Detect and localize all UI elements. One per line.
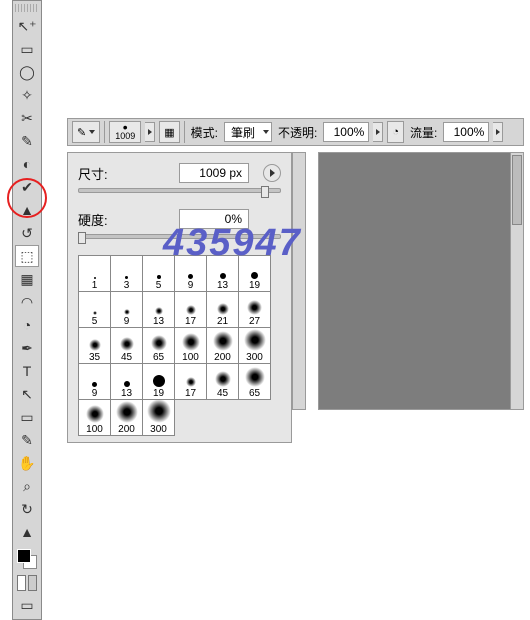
panel-side-tab[interactable] <box>292 152 306 410</box>
pressure-opacity-icon[interactable]: ◔ <box>387 121 404 143</box>
opacity-value[interactable]: 100% <box>323 122 369 142</box>
brush-preset[interactable]: 100 <box>175 328 207 364</box>
brush-preview-dropdown[interactable]: ✎ <box>72 121 100 143</box>
canvas-area[interactable] <box>318 152 524 410</box>
3d-tool[interactable]: ▲ <box>15 521 39 543</box>
lasso-tool[interactable]: ◯ <box>15 61 39 83</box>
brush-preset[interactable]: 13 <box>207 256 239 292</box>
brush-preset[interactable]: 21 <box>207 292 239 328</box>
color-swatches[interactable] <box>15 547 39 571</box>
brush-preset[interactable]: 45 <box>207 364 239 400</box>
brush-preset[interactable]: 3 <box>111 256 143 292</box>
brush-preset[interactable]: 35 <box>79 328 111 364</box>
brush-preset[interactable]: 27 <box>239 292 271 328</box>
mode-label: 模式: <box>189 124 220 141</box>
hand-tool[interactable]: ✋ <box>15 452 39 474</box>
history-brush-tool[interactable]: ↺ <box>15 222 39 244</box>
brush-preset[interactable]: 65 <box>143 328 175 364</box>
brush-preset[interactable]: 200 <box>207 328 239 364</box>
brush-panel-icon[interactable]: ▦ <box>159 121 179 143</box>
zoom-tool[interactable]: ⌕ <box>15 475 39 497</box>
brush-preset[interactable]: 300 <box>143 400 175 436</box>
brush-preset[interactable]: 300 <box>239 328 271 364</box>
clone-stamp-tool[interactable]: ▲ <box>15 199 39 221</box>
mode-select[interactable]: 筆刷 <box>224 122 272 142</box>
flyout-menu-button[interactable] <box>263 164 281 182</box>
hardness-label: 硬度: <box>78 210 138 229</box>
brush-preset[interactable]: 5 <box>143 256 175 292</box>
brush-preset[interactable]: 1 <box>79 256 111 292</box>
brush-preset[interactable]: 9 <box>79 364 111 400</box>
brush-options-panel: 尺寸: 1009 px 硬度: 0% 135913195913172127354… <box>67 152 292 443</box>
brush-preset[interactable]: 17 <box>175 364 207 400</box>
brush-preset[interactable]: 100 <box>79 400 111 436</box>
rectangle-tool[interactable]: ▭ <box>15 406 39 428</box>
hardness-value[interactable]: 0% <box>179 209 249 229</box>
pen-tool[interactable]: ✒ <box>15 337 39 359</box>
healing-brush-tool[interactable]: ◐ <box>15 153 39 175</box>
opacity-label: 不透明: <box>276 124 319 141</box>
magic-wand-tool[interactable]: ✧ <box>15 84 39 106</box>
size-value[interactable]: 1009 px <box>179 163 249 183</box>
brush-preset-grid-extra: 100200300 <box>78 399 175 436</box>
panel-grip[interactable] <box>15 4 39 12</box>
brush-size-dropdown[interactable]: • 1009 <box>109 121 141 143</box>
brush-preset[interactable]: 13 <box>111 364 143 400</box>
brush-preset[interactable]: 9 <box>111 292 143 328</box>
vertical-scrollbar[interactable] <box>510 152 524 410</box>
gradient-tool[interactable]: ▦ <box>15 268 39 290</box>
brush-preset[interactable]: 17 <box>175 292 207 328</box>
eraser-tool[interactable]: ⬚ <box>15 245 39 267</box>
brush-preset[interactable]: 19 <box>143 364 175 400</box>
brush-preset[interactable]: 9 <box>175 256 207 292</box>
brush-preset[interactable]: 5 <box>79 292 111 328</box>
rotate-view-tool[interactable]: ↻ <box>15 498 39 520</box>
notes-tool[interactable]: ✎ <box>15 429 39 451</box>
brush-tool[interactable]: ✔ <box>15 176 39 198</box>
brush-preset[interactable]: 65 <box>239 364 271 400</box>
screen-mode-button[interactable]: ▭ <box>15 594 39 616</box>
type-tool[interactable]: T <box>15 360 39 382</box>
flow-slider-toggle[interactable] <box>493 122 503 142</box>
move-tool[interactable]: ↖⁺ <box>15 15 39 37</box>
marquee-tool[interactable]: ▭ <box>15 38 39 60</box>
size-slider[interactable] <box>78 187 281 199</box>
brush-preset[interactable]: 13 <box>143 292 175 328</box>
blur-tool[interactable]: ◠ <box>15 291 39 313</box>
brush-preset-grid: 1359131959131721273545651002003009131917… <box>78 255 271 400</box>
quick-mask-toggle[interactable] <box>17 575 37 591</box>
toolbox: ↖⁺▭◯✧✂✎◐✔▲↺⬚▦◠◔✒T↖▭✎✋⌕↻▲ ▭ <box>12 0 42 620</box>
brush-preset[interactable]: 45 <box>111 328 143 364</box>
size-label: 尺寸: <box>78 164 138 183</box>
opacity-slider-toggle[interactable] <box>373 122 383 142</box>
dodge-tool[interactable]: ◔ <box>15 314 39 336</box>
brush-panel-toggle[interactable] <box>145 122 155 142</box>
hardness-slider[interactable] <box>78 233 281 245</box>
flow-value[interactable]: 100% <box>443 122 489 142</box>
brush-preset[interactable]: 200 <box>111 400 143 436</box>
path-selection-tool[interactable]: ↖ <box>15 383 39 405</box>
foreground-color[interactable] <box>17 549 31 563</box>
brush-preset[interactable]: 19 <box>239 256 271 292</box>
crop-tool[interactable]: ✂ <box>15 107 39 129</box>
eyedropper-tool[interactable]: ✎ <box>15 130 39 152</box>
flow-label: 流量: <box>408 124 439 141</box>
options-bar: ✎ • 1009 ▦ 模式: 筆刷 不透明: 100% ◔ 流量: 100% <box>67 118 524 146</box>
